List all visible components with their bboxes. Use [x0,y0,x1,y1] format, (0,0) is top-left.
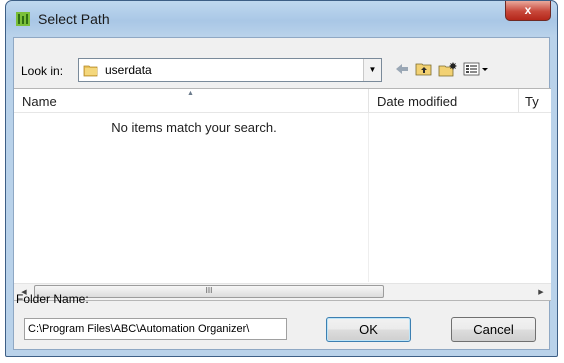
column-divider [368,113,369,282]
title-bar[interactable]: Select Path x [6,1,557,35]
up-folder-icon [415,63,432,76]
column-header-type-label: Ty [525,94,539,109]
look-in-value: userdata [105,63,152,77]
app-icon [16,12,30,26]
close-button[interactable]: x [505,1,551,21]
column-header-name[interactable]: ▲ Name [14,89,369,113]
column-header-name-label: Name [22,94,57,109]
folder-name-label: Folder Name: [16,292,89,306]
folder-icon [83,65,98,77]
new-folder-icon [438,62,457,77]
horizontal-scrollbar[interactable]: ◀ III ▶ [14,283,551,300]
view-menu-button[interactable] [463,61,489,79]
look-in-label: Look in: [21,64,64,78]
scroll-right-icon[interactable]: ▶ [534,286,548,299]
ok-button[interactable]: OK [326,317,411,342]
view-menu-icon [463,62,488,76]
empty-list-message: No items match your search. [111,120,277,135]
folder-name-field[interactable]: C:\Program Files\ABC\Automation Organize… [24,318,287,340]
back-arrow-icon [396,64,408,74]
sort-ascending-icon: ▲ [187,90,194,97]
column-header-date-label: Date modified [377,94,458,109]
dialog-client-area: Look in: userdata ▼ ▲ Name Date modified… [13,37,551,350]
up-folder-button[interactable] [415,61,433,79]
column-header-date-modified[interactable]: Date modified [369,89,519,113]
column-header-type[interactable]: Ty [519,89,551,113]
back-button[interactable] [394,61,410,79]
chevron-down-icon[interactable]: ▼ [363,59,381,81]
look-in-dropdown[interactable]: userdata ▼ [78,58,382,82]
window-title: Select Path [38,11,110,27]
scroll-grip-icon: III [205,286,213,295]
close-icon: x [524,3,532,17]
cancel-button[interactable]: Cancel [451,317,536,342]
file-list[interactable]: ▲ Name Date modified Ty No items match y… [14,88,551,301]
new-folder-button[interactable] [438,61,458,79]
